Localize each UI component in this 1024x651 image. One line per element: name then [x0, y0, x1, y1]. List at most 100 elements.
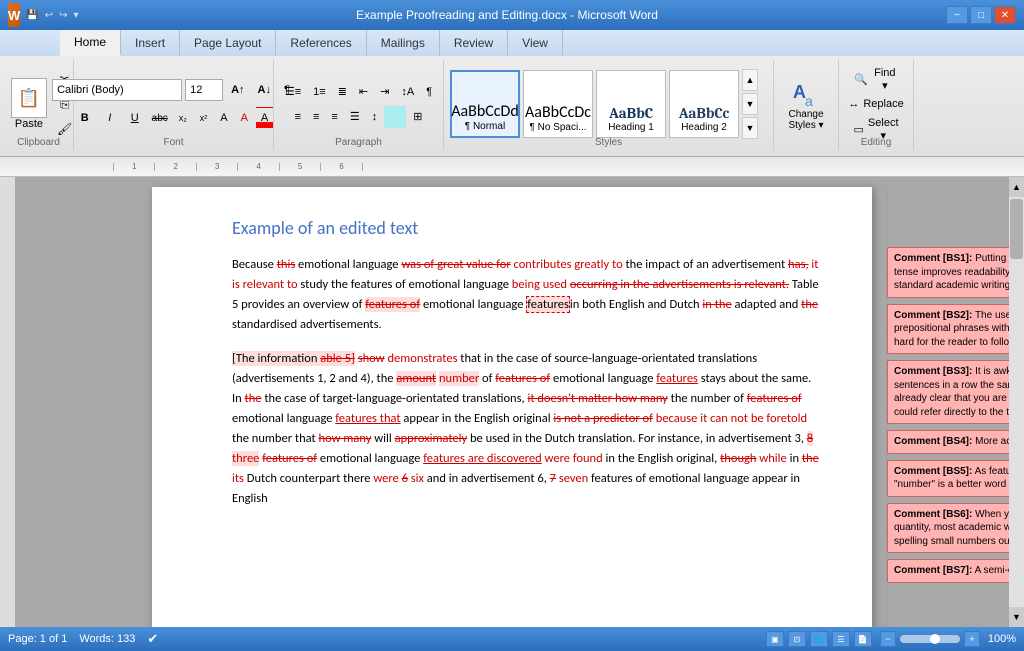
line-spacing-button[interactable]: ↕: [367, 106, 383, 128]
font-name-input[interactable]: [52, 79, 182, 101]
ribbon-tabs: Home Insert Page Layout References Maili…: [0, 30, 1024, 56]
ruler: 1 2 3 4 5 6: [0, 157, 1024, 177]
show-hide-button[interactable]: ¶: [421, 81, 437, 103]
font-shrink-button[interactable]: A↓: [253, 79, 276, 101]
replace-label: Replace: [863, 98, 903, 110]
zoom-in-btn[interactable]: +: [964, 631, 980, 647]
bullets-button[interactable]: ☰≡: [280, 81, 306, 103]
del-has: has,: [788, 257, 809, 272]
styles-group: AaBbCcDd ¶ Normal AaBbCcDc ¶ No Spaci...…: [444, 60, 774, 150]
restore-button[interactable]: □: [970, 6, 992, 24]
scroll-thumb[interactable]: [1010, 199, 1023, 259]
borders-button[interactable]: ⊞: [408, 106, 427, 128]
quick-redo[interactable]: ↪: [59, 10, 67, 21]
tab-insert[interactable]: Insert: [121, 30, 180, 56]
title-bar: W 💾 ↩ ↪ ▾ Example Proofreading and Editi…: [0, 0, 1024, 30]
align-right-button[interactable]: ≡: [326, 106, 342, 128]
del-though: though: [720, 451, 756, 466]
superscript-button[interactable]: x²: [195, 107, 213, 129]
comment-bs5: Comment [BS5]: As features are countable…: [887, 460, 1009, 497]
numbering-button[interactable]: 1≡: [308, 81, 331, 103]
text-effects-button[interactable]: A: [215, 107, 232, 129]
zoom-thumb[interactable]: [930, 634, 940, 644]
zoom-slider[interactable]: [900, 635, 960, 643]
underline-button[interactable]: U: [124, 107, 146, 129]
scroll-down-btn[interactable]: ▼: [1009, 607, 1024, 627]
justify-button[interactable]: ☰: [345, 106, 365, 128]
strikethrough-button[interactable]: abc: [149, 107, 171, 129]
shading-button[interactable]: [384, 106, 406, 128]
minimize-button[interactable]: −: [946, 6, 968, 24]
styles-scroll-up[interactable]: ▲: [742, 69, 758, 91]
select-icon: ▭: [854, 123, 864, 136]
scrollbar-left: [0, 177, 15, 627]
style-heading1[interactable]: AaBbC Heading 1: [596, 70, 666, 138]
document-page[interactable]: Example of an edited text Because this e…: [152, 187, 872, 627]
view-web-btn[interactable]: 🌐: [810, 631, 828, 647]
styles-scroll-down[interactable]: ▼: [742, 93, 758, 115]
tab-page-layout[interactable]: Page Layout: [180, 30, 276, 56]
font-grow-button[interactable]: A↑: [226, 79, 249, 101]
office-button[interactable]: W: [8, 3, 20, 27]
ins-three: three: [232, 451, 259, 466]
comment-bs6: Comment [BS6]: When you are indicating a…: [887, 503, 1009, 554]
view-normal-btn[interactable]: ▣: [766, 631, 784, 647]
zoom-out-btn[interactable]: −: [880, 631, 896, 647]
style-nospace-preview: AaBbCcDc: [525, 103, 591, 122]
find-button[interactable]: 🔍 Find ▾: [845, 68, 907, 90]
tab-mailings[interactable]: Mailings: [367, 30, 440, 56]
quick-save[interactable]: 💾: [26, 10, 38, 21]
sort-button[interactable]: ↕A: [396, 81, 419, 103]
styles-scroll: ▲ ▼ ▼: [742, 69, 758, 139]
comment-bs5-label: Comment [BS5]:: [894, 466, 972, 477]
font-color-button[interactable]: A: [256, 107, 273, 129]
clipboard-group: 📋 Paste ✂ ⎘ 🖌 Clipboard: [4, 60, 74, 150]
increase-indent-button[interactable]: ⇥: [375, 81, 394, 103]
ins-contributes: contributes greatly to: [514, 257, 623, 272]
ul-features2: features that: [335, 411, 400, 426]
paragraph-group: ☰≡ 1≡ ≣ ⇤ ⇥ ↕A ¶ ≡ ≡ ≡ ☰ ↕ ⊞: [274, 60, 444, 150]
subscript-button[interactable]: x₂: [174, 107, 192, 129]
view-fullscreen-btn[interactable]: ⊡: [788, 631, 806, 647]
comment-bs4: Comment [BS4]: More academic word choice…: [887, 430, 1009, 454]
replace-button[interactable]: ↔ Replace: [839, 93, 912, 115]
style-no-spacing[interactable]: AaBbCcDc ¶ No Spaci...: [523, 70, 593, 138]
view-draft-btn[interactable]: 📄: [854, 631, 872, 647]
document-content[interactable]: Example of an edited text Because this e…: [15, 177, 1009, 627]
del-in-the: in the: [702, 297, 731, 312]
comment-bs7: Comment [BS7]: A semi-colon is an...: [887, 559, 1009, 583]
tab-references[interactable]: References: [276, 30, 366, 56]
scrollbar-right[interactable]: ▲ ▼: [1009, 177, 1024, 627]
font-size-input[interactable]: [185, 79, 223, 101]
multilevel-button[interactable]: ≣: [333, 81, 352, 103]
change-styles-icon: Aa: [790, 77, 822, 109]
close-button[interactable]: ✕: [994, 6, 1016, 24]
style-normal[interactable]: AaBbCcDd ¶ Normal: [450, 70, 520, 138]
paste-button[interactable]: 📋 Paste: [10, 70, 48, 138]
word-count: Words: 133: [79, 633, 135, 645]
decrease-indent-button[interactable]: ⇤: [354, 81, 373, 103]
clipboard-label: Clipboard: [4, 137, 73, 148]
comment-bs1: Comment [BS1]: Putting this sentence in …: [887, 247, 1009, 298]
tab-view[interactable]: View: [508, 30, 563, 56]
scroll-up-btn[interactable]: ▲: [1009, 177, 1024, 197]
tab-home[interactable]: Home: [60, 30, 121, 56]
italic-button[interactable]: I: [99, 107, 121, 129]
ins-seven: seven: [559, 471, 588, 486]
bold-button[interactable]: B: [74, 107, 96, 129]
quick-undo[interactable]: ↩: [45, 10, 53, 21]
ul-features: features: [656, 371, 698, 386]
highlight-features-of: features of: [365, 297, 420, 312]
view-outline-btn[interactable]: ☰: [832, 631, 850, 647]
align-left-button[interactable]: ≡: [290, 106, 306, 128]
tab-review[interactable]: Review: [440, 30, 508, 56]
ins-being-used: being used: [512, 277, 567, 292]
highlight-features2: features: [526, 296, 570, 313]
ins-its: its: [232, 471, 244, 486]
change-styles-button[interactable]: Aa ChangeStyles ▾: [780, 70, 832, 138]
proofing-icon: ✔: [147, 631, 158, 647]
style-heading2[interactable]: AaBbCc Heading 2: [669, 70, 739, 138]
align-center-button[interactable]: ≡: [308, 106, 324, 128]
highlight-button[interactable]: A: [236, 107, 253, 129]
styles-expand[interactable]: ▼: [742, 117, 758, 139]
